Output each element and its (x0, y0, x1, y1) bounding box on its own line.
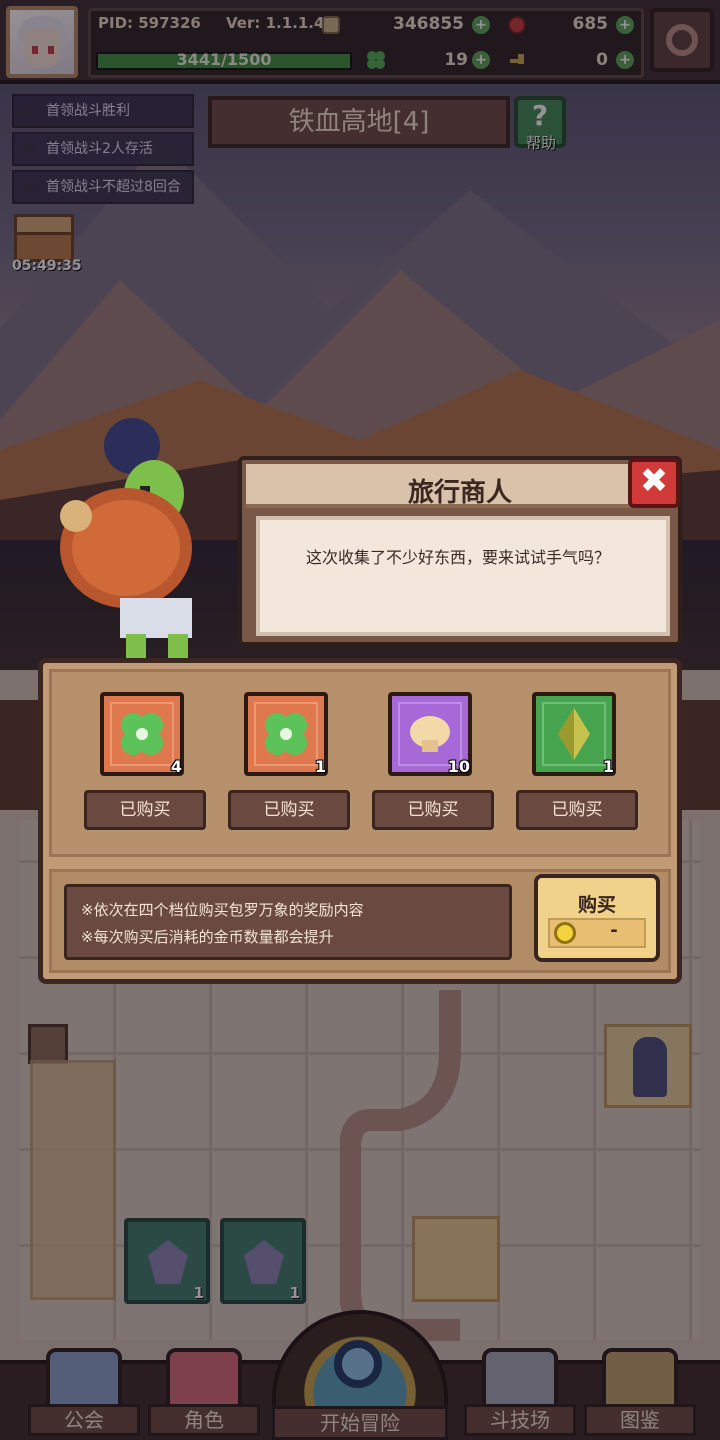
shop-note: ※依次在四个档位购买包罗万象的奖励内容 (81, 901, 364, 919)
close-icon: ✖ (639, 461, 669, 501)
merchant-dialog: 旅行商人 这次收集了不少好东西，要来试试手气吗？ (238, 456, 682, 646)
item-count: 10 (447, 757, 470, 776)
buy-button[interactable]: 购买 - (534, 874, 660, 962)
crystal-icon (558, 708, 590, 760)
shop-item[interactable]: 10 (388, 692, 472, 776)
item-count: 4 (170, 757, 182, 776)
clover-icon (265, 713, 307, 755)
mushroom-icon (410, 716, 450, 752)
dialog-title-bar: 旅行商人 (246, 464, 674, 508)
buy-price: - (610, 920, 618, 941)
item-status: 已购买 (84, 790, 206, 830)
traveling-merchant-character (60, 418, 192, 658)
close-button[interactable]: ✖ (628, 458, 680, 508)
item-status: 已购买 (516, 790, 638, 830)
item-status: 已购买 (228, 790, 350, 830)
item-count: 1 (602, 757, 614, 776)
shop-note: ※每次购买后消耗的金币数量都会提升 (81, 928, 334, 946)
shop-item[interactable]: 4 (100, 692, 184, 776)
shop-item[interactable]: 1 (532, 692, 616, 776)
item-count: 1 (314, 757, 326, 776)
dialog-message: 这次收集了不少好东西，要来试试手气吗？ (256, 516, 670, 636)
item-status: 已购买 (372, 790, 494, 830)
clover-icon (121, 713, 163, 755)
shop-notes: ※依次在四个档位购买包罗万象的奖励内容 ※每次购买后消耗的金币数量都会提升 (64, 884, 512, 960)
shop-item[interactable]: 1 (244, 692, 328, 776)
buy-label: 购买 (577, 894, 616, 916)
dialog-title: 旅行商人 (407, 478, 512, 508)
coin-icon (554, 922, 576, 944)
